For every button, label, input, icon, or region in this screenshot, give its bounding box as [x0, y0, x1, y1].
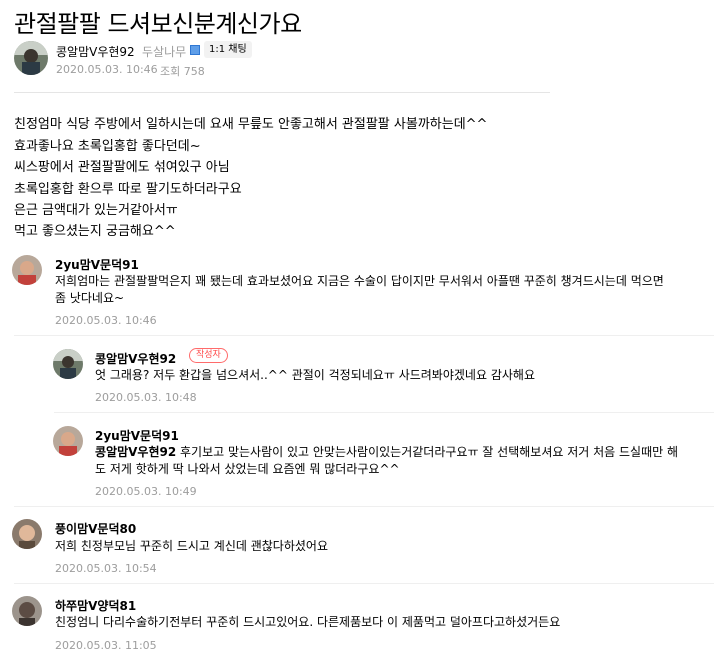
comment-author[interactable]: 하쭈맘V양덕81 — [55, 597, 136, 614]
commenter-avatar[interactable] — [12, 519, 42, 549]
commenter-avatar[interactable] — [12, 596, 42, 626]
comment-text: 저희엄마는 관절팔팔먹은지 꽤 됐는데 효과보셨어요 지금은 수술이 답이지만 … — [55, 273, 715, 307]
member-grade: 두살나무 — [142, 45, 187, 59]
comment-divider — [14, 506, 714, 507]
comment-text: 친정엄니 다리수술하기전부터 꾸준히 드시고있어요. 다른제품보다 이 제품먹고… — [55, 615, 561, 629]
comment-date: 2020.05.03. 10:49 — [95, 485, 197, 498]
writer-badge: 작성자 — [189, 348, 228, 363]
comment-line-text: 후기보고 맞는사람이 있고 안맞는사람이있는거같더라구요ㅠ 잘 선택해보셔요 저… — [176, 445, 679, 459]
comment-divider — [14, 335, 714, 336]
comment-line: 저희엄마는 관절팔팔먹은지 꽤 됐는데 효과보셨어요 지금은 수술이 답이지만 … — [55, 274, 664, 288]
comment-line: 도 저게 핫하게 딱 나와서 샀었는데 요즘엔 뭐 많더라구요^^ — [95, 462, 400, 476]
body-line: 효과좋나요 초록입홍합 좋다던데~ — [14, 139, 201, 154]
author-avatar[interactable] — [14, 41, 48, 75]
comment-date: 2020.05.03. 10:46 — [55, 314, 157, 327]
comment-date: 2020.05.03. 10:54 — [55, 562, 157, 575]
post-date: 2020.05.03. 10:46 — [56, 63, 158, 76]
comment-divider — [54, 412, 714, 413]
comment-line: 콩알맘V우현92 후기보고 맞는사람이 있고 안맞는사람이있는거같더라구요ㅠ 잘… — [95, 444, 715, 461]
comment-author[interactable]: 2yu맘V문덕91 — [55, 256, 139, 273]
comment-date: 2020.05.03. 11:05 — [55, 639, 157, 652]
body-line: 초록입홍합 환으루 따로 팔기도하더라구요 — [14, 182, 242, 197]
view-count: 조회 758 — [160, 65, 205, 78]
body-line: 친정엄마 식당 주방에서 일하시는데 요새 무릎도 안좋고해서 관절팔팔 사볼까… — [14, 117, 488, 132]
header-divider — [14, 92, 550, 93]
post-title: 관절팔팔 드셔보신분계신가요 — [14, 10, 302, 38]
comment-divider — [14, 583, 714, 584]
commenter-avatar[interactable] — [53, 426, 83, 456]
commenter-avatar[interactable] — [12, 255, 42, 285]
body-line: 먹고 좋으셨는지 궁금해요^^ — [14, 224, 176, 239]
grade-badge-icon — [190, 45, 200, 55]
comment-line: 좀 낫다네요~ — [55, 291, 125, 305]
body-line: 씨스팡에서 관절팔팔에도 섞여있구 아님 — [14, 160, 230, 175]
comment-author[interactable]: 2yu맘V문덕91 — [95, 427, 179, 444]
comment-text: 엇 그래용? 저두 환갑을 넘으셔서..^^ 관절이 걱정되네요ㅠ 사드려봐야겠… — [95, 368, 535, 382]
comment-author[interactable]: 풍이맘V문덕80 — [55, 520, 136, 537]
mention-link[interactable]: 콩알맘V우현92 — [95, 445, 176, 459]
comment-text: 저희 친정부모님 꾸준히 드시고 계신데 괜찮다하셨어요 — [55, 539, 328, 553]
comment-text: 콩알맘V우현92 후기보고 맞는사람이 있고 안맞는사람이있는거같더라구요ㅠ 잘… — [95, 444, 715, 478]
author-name[interactable]: 콩알맘V우현92 — [56, 43, 135, 60]
commenter-avatar[interactable] — [53, 349, 83, 379]
comment-date: 2020.05.03. 10:48 — [95, 391, 197, 404]
comment-author[interactable]: 콩알맘V우현92 — [95, 350, 176, 367]
body-line: 은근 금액대가 있는거같아서ㅠ — [14, 203, 178, 218]
chat-button[interactable]: 1:1 채팅 — [204, 41, 252, 58]
